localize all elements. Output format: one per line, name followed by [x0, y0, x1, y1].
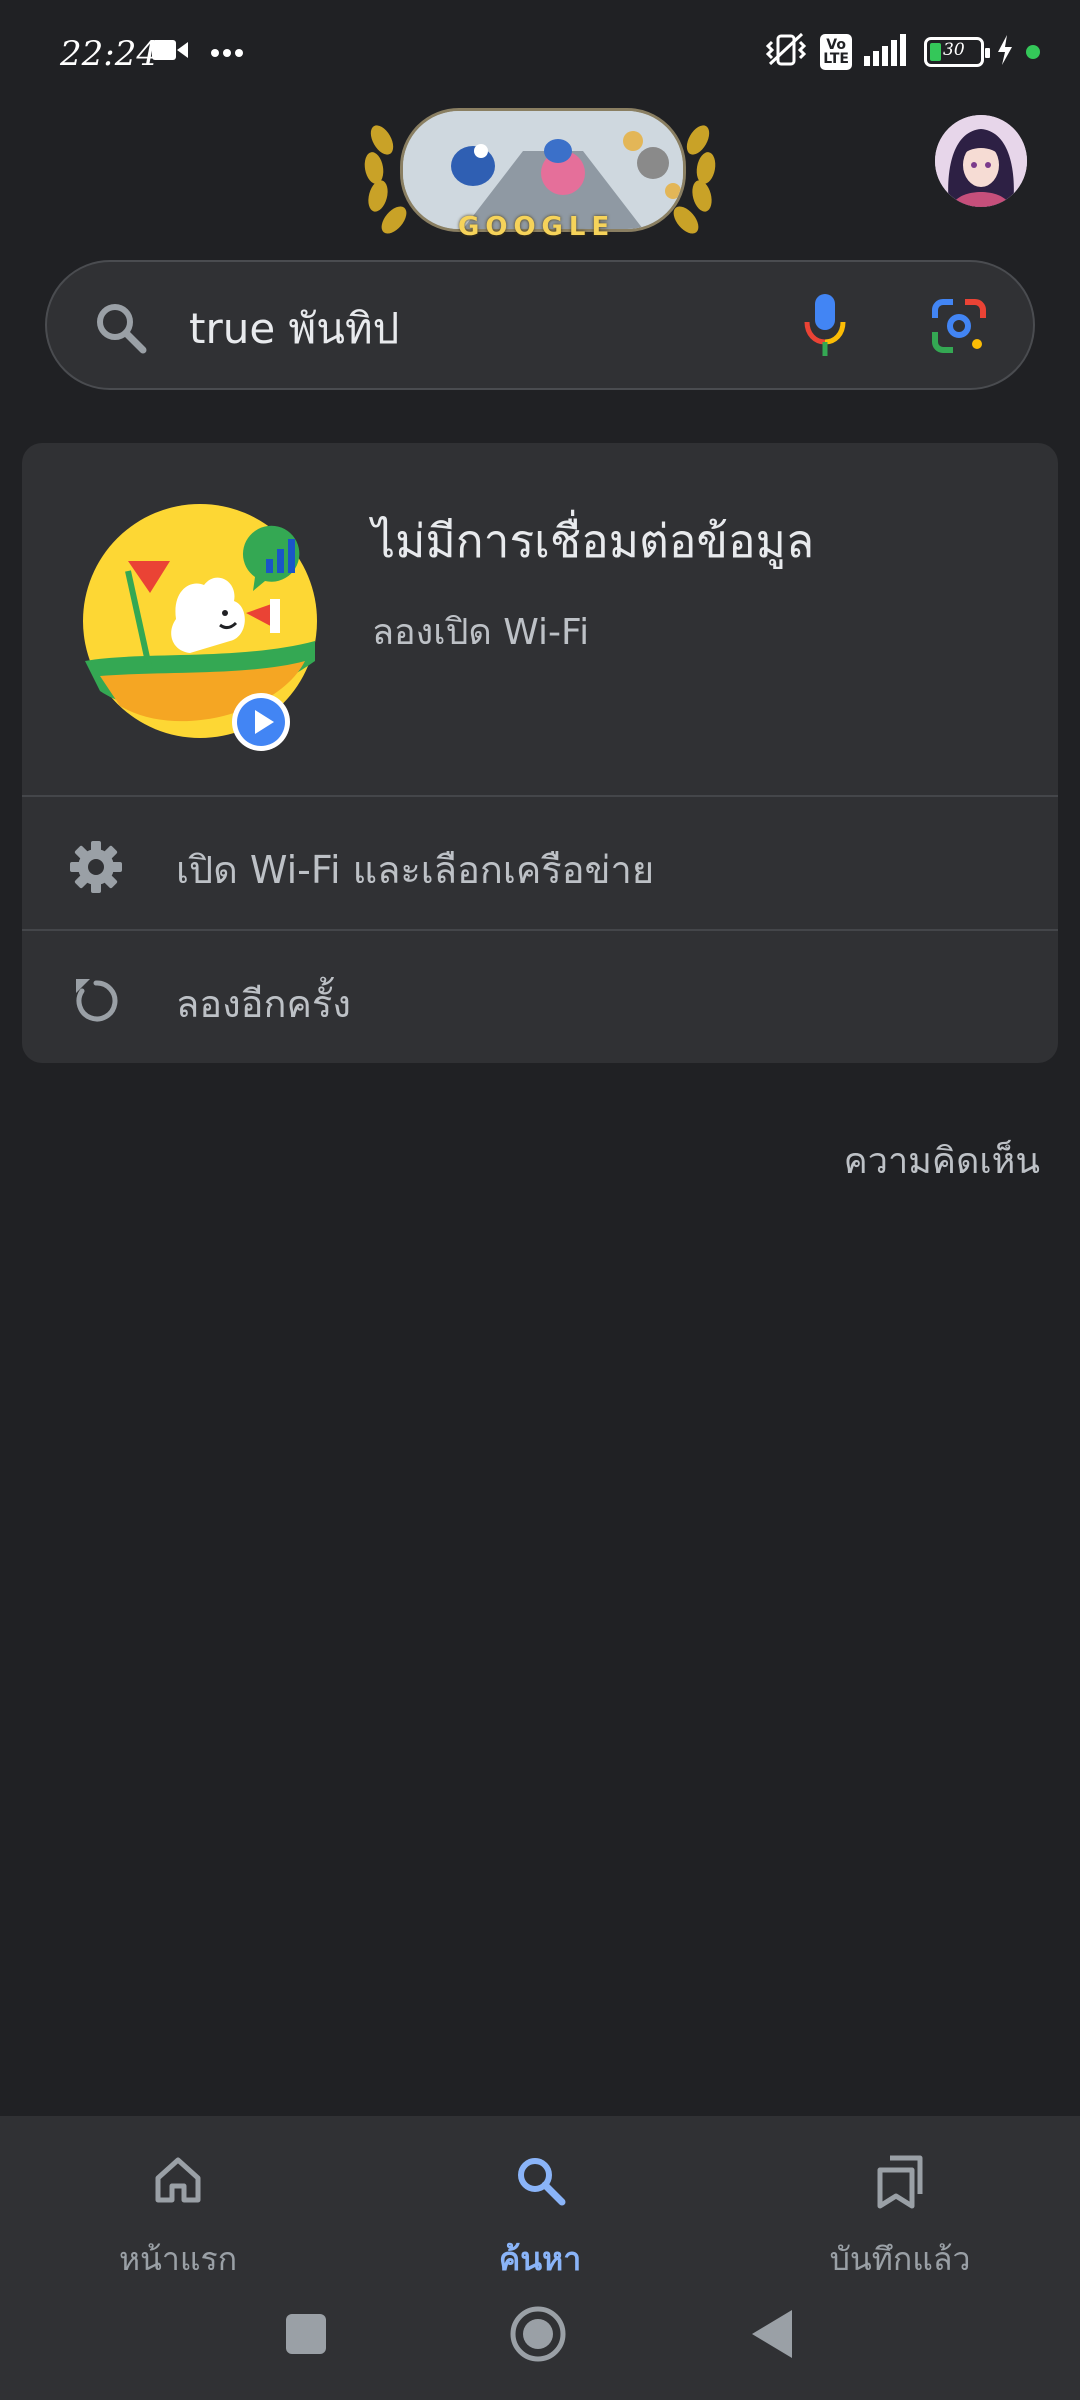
play-icon[interactable]: [230, 691, 292, 753]
battery-icon: 30: [924, 37, 990, 67]
green-dot-icon: [1026, 45, 1040, 59]
feedback-link[interactable]: ความคิดเห็น: [844, 1132, 1040, 1189]
google-doodle[interactable]: GOOGLE: [360, 100, 720, 250]
google-lens-icon[interactable]: [931, 298, 987, 358]
offline-card: ไม่มีการเชื่อมต่อข้อมูล ลองเปิด Wi-Fi เป…: [22, 443, 1058, 1063]
offline-subtitle: ลองเปิด Wi-Fi: [372, 612, 590, 653]
doodle-label: GOOGLE: [458, 212, 616, 242]
nav-saved-label: บันทึกแล้ว: [829, 2240, 971, 2278]
home-button-icon[interactable]: [510, 2306, 566, 2366]
wifi-settings-label: เปิด Wi-Fi และเลือกเครือข่าย: [176, 848, 655, 892]
search-icon: [93, 300, 147, 358]
vibrate-off-icon: [764, 32, 808, 72]
gear-icon: [68, 839, 124, 899]
system-navigation-bar: [0, 2300, 1080, 2372]
status-right-icons: Vo LTE 30: [764, 32, 1040, 72]
wifi-settings-row[interactable]: เปิด Wi-Fi และเลือกเครือข่าย: [22, 797, 1058, 929]
retry-label: ลองอีกครั้ง: [176, 982, 351, 1026]
search-query[interactable]: true พันทิป: [189, 296, 399, 362]
mic-icon[interactable]: [803, 294, 847, 362]
nav-search-label: ค้นหา: [498, 2240, 582, 2278]
back-icon[interactable]: [752, 2310, 792, 2362]
battery-level: 30: [943, 40, 965, 60]
retry-icon: [68, 973, 124, 1033]
nav-saved[interactable]: บันทึกแล้ว: [750, 2136, 1050, 2286]
charging-bolt-icon: [996, 35, 1014, 69]
search-bar[interactable]: true พันทิป: [45, 260, 1035, 390]
retry-row[interactable]: ลองอีกครั้ง: [22, 931, 1058, 1063]
video-camera-icon: [152, 38, 188, 66]
status-bar: 22:24 Vo LTE 30: [0, 0, 1080, 110]
offline-dino-illustration: [80, 501, 320, 751]
home-icon: [152, 2154, 204, 2210]
nav-search[interactable]: ค้นหา: [390, 2136, 690, 2286]
status-left-icons: [152, 38, 244, 66]
bookmarks-icon: [874, 2154, 926, 2214]
signal-icon: [864, 34, 912, 70]
offline-title: ไม่มีการเชื่อมต่อข้อมูล: [372, 514, 815, 568]
recent-apps-icon[interactable]: [286, 2314, 326, 2358]
status-time: 22:24: [60, 34, 158, 74]
search-icon: [514, 2154, 566, 2210]
nav-home[interactable]: หน้าแรก: [28, 2136, 328, 2286]
more-dots-icon: [210, 43, 244, 62]
volte-icon: Vo LTE: [820, 34, 852, 70]
account-avatar[interactable]: [935, 115, 1027, 207]
nav-home-label: หน้าแรก: [118, 2240, 238, 2278]
